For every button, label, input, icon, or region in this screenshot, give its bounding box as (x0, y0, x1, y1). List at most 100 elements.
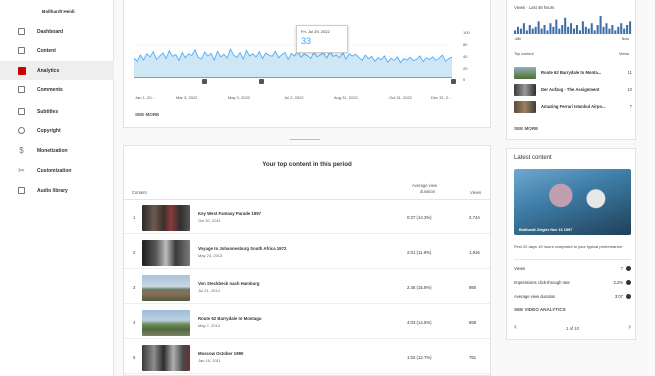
sidebar-item-label: Monetization (37, 147, 68, 154)
realtime-bar (537, 21, 540, 34)
video-title[interactable]: Voyage to Johannesburg South Africa 1972 (198, 246, 286, 251)
stat-value: 2.2% (613, 280, 623, 285)
customization-icon: ✂ (18, 165, 25, 175)
y-tick: 0 (463, 77, 466, 82)
see-video-analytics-link[interactable]: SEE VIDEO ANALYTICS (514, 307, 566, 312)
realtime-see-more-link[interactable]: SEE MORE (514, 126, 538, 131)
realtime-bar (620, 23, 623, 34)
latest-content-title: Latest content (514, 155, 552, 161)
realtime-bar (578, 30, 581, 34)
video-thumbnail[interactable] (142, 275, 190, 301)
views-count: 980 (469, 285, 477, 290)
sidebar-item-dashboard[interactable]: Dashboard (0, 22, 114, 41)
col-header-views: Views (470, 190, 482, 195)
audio-library-icon (17, 186, 26, 195)
realtime-bar (549, 23, 552, 34)
realtime-item[interactable]: Der Aufzug - The Assignment 10 (514, 84, 632, 98)
stat-views: Views 7 (514, 262, 631, 275)
avg-duration: 2:01 (11.9%) (407, 250, 432, 255)
table-row[interactable]: 1 Key West Fantasy Parade 1997 Oct 20, 2… (124, 200, 490, 234)
chevron-right-icon[interactable]: › (628, 323, 631, 331)
chart-see-more-link[interactable]: SEE MORE (135, 112, 159, 117)
realtime-bar (623, 28, 626, 34)
status-indicator-icon (626, 266, 631, 271)
realtime-item[interactable]: Amazing Ferrari Istanbul Airpo... 7 (514, 101, 632, 115)
video-thumbnail[interactable] (142, 240, 190, 266)
stat-value: 7 (620, 266, 623, 271)
video-title[interactable]: Route 62 Barrydale to Montagu (198, 316, 262, 321)
realtime-item-title: Route 62 Barrydale to Monta... (541, 70, 602, 75)
sidebar-item-audio-library[interactable]: Audio library (0, 181, 114, 200)
top-content-card: Your top content in this period Content … (123, 145, 491, 376)
row-index: 4 (133, 320, 136, 325)
realtime-bar (558, 28, 561, 34)
video-thumbnail[interactable] (514, 101, 536, 113)
realtime-bar (516, 26, 520, 34)
realtime-item-title: Amazing Ferrari Istanbul Airpo... (541, 104, 606, 109)
video-thumbnail[interactable] (514, 84, 536, 96)
sidebar-item-content[interactable]: Content (0, 41, 114, 60)
x-tick: Dec 31, 2... (431, 95, 452, 100)
video-thumbnail[interactable] (142, 205, 190, 231)
monetization-icon: $ (19, 145, 24, 155)
sidebar-item-customization[interactable]: ✂ Customization (0, 161, 114, 180)
views-line-chart[interactable] (134, 34, 452, 78)
x-tick: Mar 3, 2022 (176, 95, 198, 100)
table-row[interactable]: 4 Route 62 Barrydale to Montagu May 7, 2… (124, 305, 490, 339)
row-index: 3 (133, 285, 136, 290)
realtime-bar (534, 26, 537, 34)
video-title[interactable]: Moscow October 1990 (198, 351, 243, 356)
realtime-item[interactable]: Route 62 Barrydale to Monta... 11 (514, 67, 632, 81)
realtime-item-views: 10 (627, 87, 632, 92)
pager-text: 1 of 10 (566, 326, 579, 331)
video-thumbnail[interactable] (142, 310, 190, 336)
realtime-bar (531, 28, 534, 34)
realtime-bar (599, 16, 602, 34)
row-index: 5 (133, 355, 136, 360)
sidebar-item-label: Dashboard (37, 28, 64, 35)
x-tick: Jul 2, 2022 (284, 95, 304, 100)
video-title[interactable]: Key West Fantasy Parade 1997 (198, 211, 261, 216)
latest-video-thumbnail[interactable]: Bollhardt Zeigler Nov 13 1997 (514, 169, 631, 235)
stat-ctr: Impressions click-through rate 2.2% (514, 276, 631, 289)
x-tick: Jan 1, 20... (135, 95, 155, 100)
stat-label: Views (514, 266, 526, 271)
realtime-bar (575, 25, 579, 34)
chart-marker[interactable] (202, 79, 207, 84)
chart-tooltip: Fri, Jul 29, 2022 33 (296, 25, 348, 53)
chart-marker[interactable] (259, 79, 264, 84)
realtime-bar-chart[interactable] (514, 14, 632, 34)
video-thumbnail[interactable] (142, 345, 190, 371)
realtime-label: Views · Last 48 hours (514, 5, 555, 10)
table-row[interactable]: 2 Voyage to Johannesburg South Africa 19… (124, 235, 490, 269)
realtime-bar (587, 28, 590, 34)
table-row[interactable]: 3 Von Steckbeck nach Hamburg Jul 21, 201… (124, 270, 490, 304)
realtime-bar (561, 25, 564, 34)
video-thumbnail[interactable] (514, 67, 536, 79)
sidebar-item-label: Copyright (37, 127, 61, 134)
analytics-icon (17, 66, 26, 75)
stat-label: Average view duration (514, 294, 556, 299)
sidebar-item-subtitles[interactable]: Subtitles (0, 102, 114, 121)
realtime-bar (564, 17, 567, 34)
realtime-bar (593, 30, 596, 34)
sidebar-item-analytics[interactable]: Analytics (0, 61, 114, 80)
video-title[interactable]: Von Steckbeck nach Hamburg (198, 281, 260, 286)
y-tick: 100 (463, 30, 470, 35)
latest-content-card: Latest content Bollhardt Zeigler Nov 13 … (506, 148, 636, 340)
realtime-bar (573, 28, 576, 34)
realtime-bar (546, 30, 549, 34)
avg-duration: 4:03 (14.5%) (407, 320, 432, 325)
sidebar-item-monetization[interactable]: $ Monetization (0, 141, 114, 160)
x-tick: May 2, 2022 (228, 95, 251, 100)
realtime-bar (528, 25, 531, 34)
sidebar-item-copyright[interactable]: Copyright (0, 121, 114, 140)
chart-marker[interactable] (451, 79, 456, 84)
realtime-item-title: Der Aufzug - The Assignment (541, 87, 600, 92)
table-row[interactable]: 5 Moscow October 1990 Jan 19, 2011 1:02 … (124, 340, 490, 374)
realtime-bar (522, 23, 525, 34)
realtime-bar (519, 28, 522, 34)
sidebar-item-comments[interactable]: Comments (0, 80, 114, 99)
dashboard-icon (17, 27, 26, 36)
video-date: Jul 21, 2014 (198, 288, 220, 293)
